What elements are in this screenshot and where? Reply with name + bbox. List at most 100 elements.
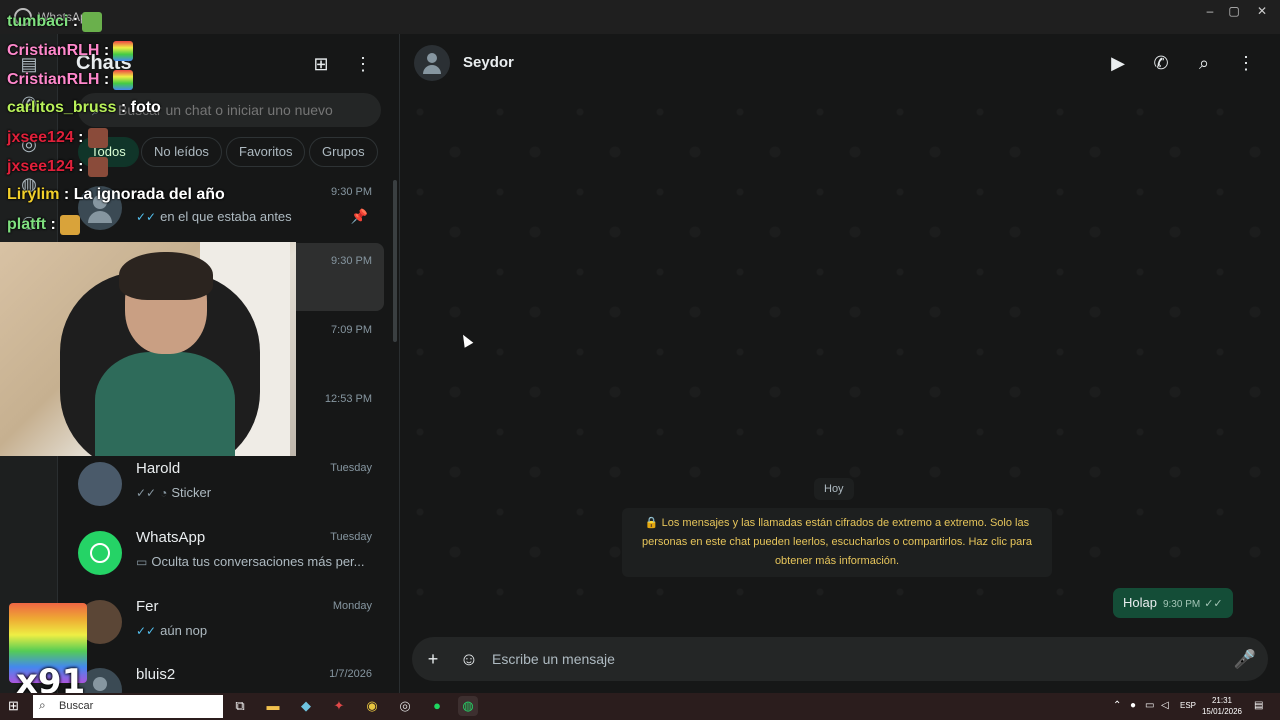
maximize-button[interactable]: ▢ [1220, 4, 1248, 18]
conversation-panel: Seydor ▶ ✆ ⌕ ⋮ Hoy 🔒 Los mensajes y las … [400, 34, 1280, 693]
overlay-chat-line: jxsee124 : [7, 128, 108, 150]
emote-icon [87, 157, 108, 177]
overlay-username: jxsee124 [7, 158, 74, 176]
chat-list-item[interactable]: 9:30 PM ✓✓ en el que estaba antes 📌 [66, 174, 384, 242]
whatsapp-avatar-icon [78, 531, 122, 575]
contact-name[interactable]: Seydor [463, 54, 514, 71]
whatsapp-window: WhatsApp – ▢ ✕ ▤ ✆ ◎ ◍ ⚇ Chats ⊞ ⋮ ⌕ Tod… [0, 0, 1280, 702]
emote-icon [113, 41, 134, 61]
task-view-icon[interactable]: ⧉ [230, 696, 250, 716]
streamer [95, 252, 235, 456]
media-app-icon[interactable]: ✦ [329, 696, 349, 716]
language-indicator[interactable]: ESP [1180, 701, 1196, 710]
message-composer: + ☺ 🎤 [412, 637, 1268, 681]
chat-preview: ✓✓ ◔ Sticker [136, 485, 366, 500]
overlay-username: CristianRLH [7, 42, 100, 60]
windows-start-icon[interactable]: ⊞ [8, 698, 24, 714]
chat-preview-text: aún nop [160, 623, 208, 638]
message-input[interactable] [492, 637, 1192, 681]
chat-preview-text: Sticker [171, 485, 212, 500]
taskbar-search[interactable]: ⌕ Buscar [33, 695, 223, 718]
encryption-notice[interactable]: 🔒 Los mensajes y las llamadas están cifr… [622, 508, 1052, 577]
whatsapp-taskbar-icon[interactable]: ◍ [458, 696, 478, 716]
chat-list-item[interactable]: Fer Monday ✓✓ aún nop [66, 588, 384, 656]
chat-time: Monday [332, 600, 372, 612]
overlay-username: Lirylim [7, 186, 60, 203]
notifications-icon[interactable]: ▤ [1254, 700, 1263, 711]
sticker-emoji-icon[interactable]: ☺ [457, 647, 481, 671]
close-button[interactable]: ✕ [1248, 4, 1276, 18]
emote-icon [87, 128, 108, 148]
emote-icon [113, 70, 134, 90]
overlay-chat-line: jxsee124 : [7, 157, 108, 179]
title-bar: WhatsApp – ▢ ✕ [0, 0, 1280, 34]
taskbar-search-label: Buscar [59, 700, 94, 712]
double-check-icon: ✓✓ [1204, 598, 1223, 610]
spotify-icon[interactable]: ● [427, 696, 447, 716]
emote-icon [82, 12, 103, 32]
avatar [78, 462, 122, 506]
message-text: Holap [1123, 595, 1157, 610]
chat-time: 9:30 PM [331, 186, 372, 198]
microphone-icon[interactable]: 🎤 [1233, 647, 1257, 671]
chat-list-item[interactable]: bluis2 1/7/2026 [66, 656, 384, 693]
clock-date: 15/01/2026 [1201, 707, 1243, 716]
new-chat-icon[interactable]: ⊞ [309, 52, 333, 76]
voice-call-icon[interactable]: ✆ [1149, 51, 1173, 75]
conversation-header[interactable]: Seydor ▶ ✆ ⌕ ⋮ [400, 34, 1280, 92]
overlay-chat-line: CristianRLH : [7, 41, 134, 63]
filter-favorites[interactable]: Favoritos [226, 137, 306, 167]
overlay-username: jxsee124 [7, 129, 74, 147]
overlay-chat-line: carlitos_bruss : foto [7, 99, 161, 116]
sticker-icon: ◔ [160, 486, 168, 500]
chat-list-item[interactable]: WhatsApp Tuesday ▭ Oculta tus conversacio… [66, 519, 384, 587]
chat-name: WhatsApp [136, 529, 206, 546]
message-time: 9:30 PM [1162, 599, 1201, 610]
microphone-icon[interactable]: ● [1130, 700, 1136, 711]
chat-name: Fer [136, 598, 159, 615]
chat-time: Tuesday [330, 462, 372, 474]
webcam-overlay [0, 242, 296, 456]
chat-name: Harold [136, 460, 181, 477]
file-explorer-icon[interactable]: ▬ [263, 696, 283, 716]
overlay-username: carlitos_bruss [7, 99, 117, 116]
day-separator: Hoy [814, 478, 854, 500]
emote-icon [59, 215, 80, 235]
overlay-chat-line: platft : [7, 215, 80, 237]
menu-icon[interactable]: ⋮ [1234, 51, 1258, 75]
chrome-icon[interactable]: ◉ [362, 696, 382, 716]
chat-time: 1/7/2026 [329, 668, 372, 680]
network-icon[interactable]: ▭ [1145, 700, 1154, 711]
video-call-icon[interactable]: ▶ [1106, 51, 1130, 75]
chat-time: Tuesday [330, 531, 372, 543]
search-icon: ⌕ [39, 698, 46, 712]
overlay-username: CristianRLH [7, 71, 100, 89]
overlay-chat-line: Lirylim : La ignorada del año [7, 186, 225, 203]
double-check-icon: ✓✓ [136, 624, 157, 638]
overlay-chat-line: CristianRLH : [7, 70, 134, 92]
overlay-message: La ignorada del año [73, 186, 225, 203]
outgoing-message[interactable]: Holap 9:30 PM ✓✓ [1113, 588, 1233, 618]
notepad-icon[interactable]: ◆ [296, 696, 316, 716]
clock-time: 21:31 [1211, 696, 1233, 705]
chat-preview: ▭ Oculta tus conversaciones más per... [136, 554, 366, 569]
attach-plus-icon[interactable]: + [421, 647, 445, 671]
chat-preview-text: Oculta tus conversaciones más per... [151, 554, 365, 569]
tray-chevron-icon[interactable]: ⌃ [1113, 700, 1121, 711]
chat-time: 7:09 PM [331, 324, 372, 336]
chat-preview: ✓✓ aún nop [136, 623, 366, 638]
pin-icon: 📌 [350, 208, 368, 224]
overlay-username: platft [7, 216, 47, 234]
search-icon[interactable]: ⌕ [1192, 51, 1216, 75]
chat-preview-text: en el que estaba antes [160, 209, 292, 224]
filter-groups[interactable]: Grupos [309, 137, 378, 167]
chat-list-scrollbar[interactable] [393, 180, 397, 342]
obs-icon[interactable]: ◎ [395, 696, 415, 716]
system-clock[interactable]: 21:31 15/01/2026 [1200, 695, 1244, 717]
contact-avatar[interactable] [414, 45, 450, 81]
menu-icon[interactable]: ⋮ [351, 52, 375, 76]
filter-unread[interactable]: No leídos [141, 137, 222, 167]
overlay-chat-line: tumbaci : [7, 12, 103, 34]
chat-list-item[interactable]: Harold Tuesday ✓✓ ◔ Sticker [66, 450, 384, 518]
volume-icon[interactable]: ◁ [1161, 700, 1169, 711]
